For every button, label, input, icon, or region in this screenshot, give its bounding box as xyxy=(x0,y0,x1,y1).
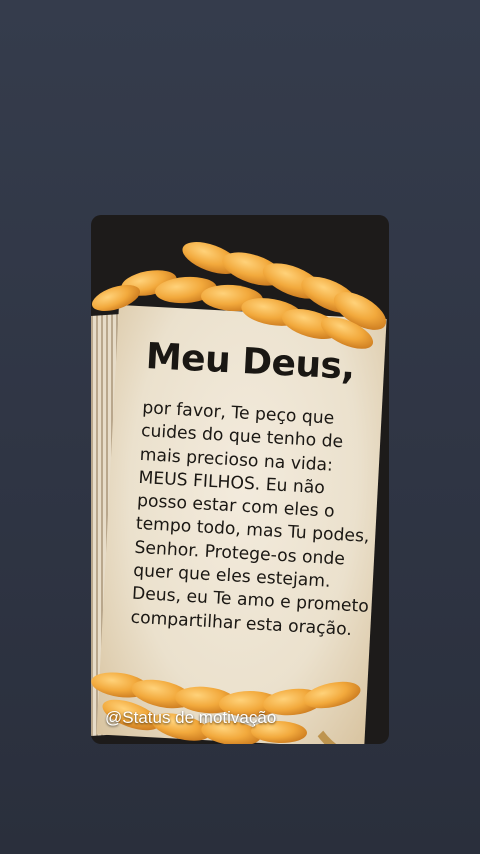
prayer-text: por favor, Te peço que cuides do que ten… xyxy=(130,397,381,643)
watermark-text: @Status de motivação xyxy=(105,708,277,727)
post-image[interactable]: Meu Deus, por favor, Te peço que cuides … xyxy=(91,215,389,744)
